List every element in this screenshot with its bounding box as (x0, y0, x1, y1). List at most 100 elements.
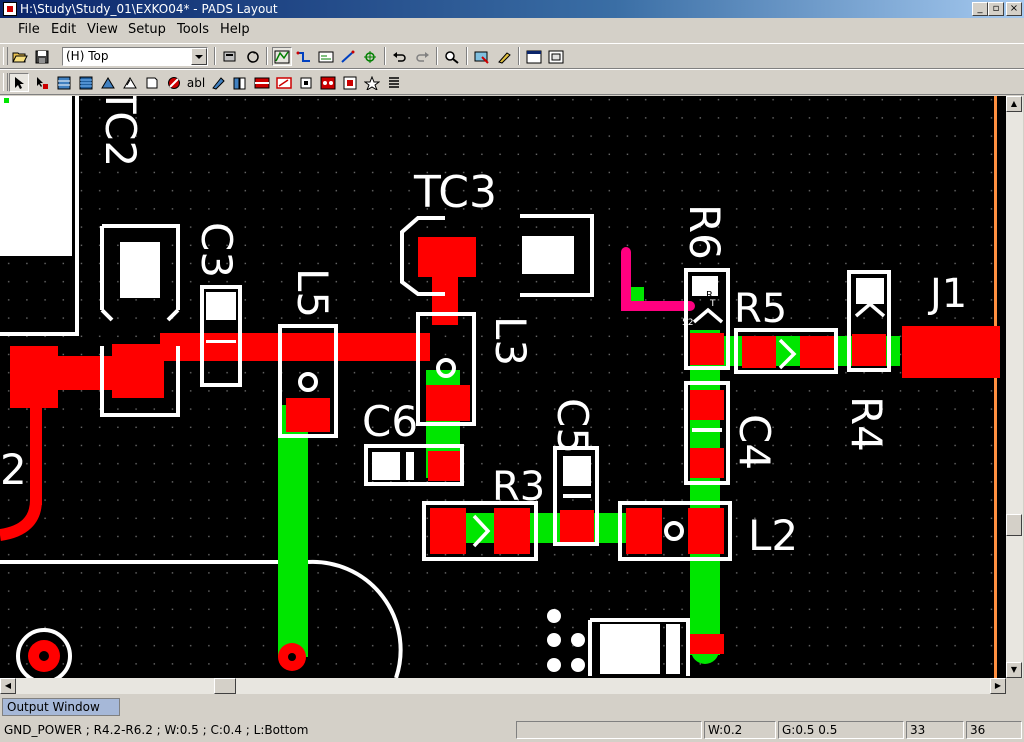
board-outline-icon[interactable] (274, 73, 294, 92)
layer-select[interactable]: (H) Top (62, 47, 208, 66)
status-x-coordinate: 33 (906, 721, 964, 739)
restore-button[interactable]: ▫ (988, 2, 1004, 16)
design-toolbar-icon[interactable] (272, 47, 292, 66)
horizontal-scroll-thumb[interactable] (214, 678, 236, 694)
output-window-icon[interactable] (524, 47, 544, 66)
standard-toolbar: (H) Top (0, 43, 1024, 69)
view-extents-icon[interactable] (546, 47, 566, 66)
label-l2: L2 (748, 511, 798, 560)
move-icon[interactable] (32, 73, 52, 92)
zoom-icon[interactable] (442, 47, 462, 66)
layer-select-value: (H) Top (66, 49, 109, 63)
redo-icon[interactable] (412, 47, 432, 66)
toolbar-separator (518, 47, 520, 65)
decal-icon[interactable] (318, 73, 338, 92)
output-window-tab[interactable]: Output Window (2, 698, 120, 716)
menu-help[interactable]: Help (220, 22, 250, 38)
status-bar: GND_POWER ; R4.2-R6.2 ; W:0.5 ; C:0.4 ; … (0, 720, 1024, 742)
horizontal-scrollbar[interactable]: ◀ ▶ (0, 678, 1006, 694)
label-c6: C6 (362, 397, 418, 446)
label-r6: R6 (680, 204, 729, 260)
properties-icon[interactable] (472, 47, 492, 66)
menu-bar: File Edit View Setup Tools Help (0, 19, 1024, 41)
scroll-right-icon[interactable]: ▶ (990, 678, 1006, 694)
label-r4: R4 (842, 396, 891, 452)
layer-settings-icon[interactable] (220, 47, 240, 66)
label-r3: R3 (492, 464, 545, 510)
status-message: GND_POWER ; R4.2-R6.2 ; W:0.5 ; C:0.4 ; … (4, 723, 309, 737)
vertical-scrollbar[interactable]: ▲ ▼ (1006, 96, 1023, 678)
plane-icon[interactable] (54, 73, 74, 92)
mounting-hole (39, 651, 49, 661)
label-j1: J1 (927, 271, 967, 317)
clear-icon[interactable] (494, 47, 514, 66)
label-left-partial: 2 (0, 445, 27, 494)
app-icon[interactable] (3, 2, 17, 16)
origin-marker (4, 98, 9, 103)
label-c5: C5 (548, 398, 597, 454)
status-grid: G:0.5 0.5 (778, 721, 904, 739)
board-edge-line (994, 96, 997, 678)
redraw-icon[interactable] (243, 47, 263, 66)
pcb-canvas[interactable]: TC3 J1 R5 R3 L2 C6 2 TC2 C3 L5 L3 R6 R4 … (0, 96, 1006, 678)
keepout-icon[interactable] (164, 73, 184, 92)
via-icon[interactable] (340, 73, 360, 92)
dimension-icon[interactable] (360, 47, 380, 66)
toolbar-separator (466, 47, 468, 65)
select-icon[interactable] (9, 73, 29, 92)
output-window-label: Output Window (7, 700, 100, 714)
toolbar-grip[interactable] (3, 47, 8, 65)
unmerge-icon[interactable] (252, 73, 272, 92)
ecos-icon[interactable] (338, 47, 358, 66)
scroll-up-icon[interactable]: ▲ (1006, 96, 1022, 112)
toolbar-separator (214, 47, 216, 65)
label-tc2: TC2 (96, 96, 145, 167)
toolbar-separator (384, 47, 386, 65)
label-tiny-t: T (709, 299, 716, 309)
design-toolbar: abl (0, 69, 1024, 95)
auto-dimension-icon[interactable] (98, 73, 118, 92)
hatch-icon[interactable] (120, 73, 140, 92)
label-l5: L5 (288, 268, 337, 318)
menu-edit[interactable]: Edit (51, 22, 76, 38)
minimize-button[interactable]: _ (972, 2, 988, 16)
merge-icon[interactable] (230, 73, 250, 92)
report-icon[interactable] (362, 73, 382, 92)
pour-icon[interactable] (208, 73, 228, 92)
route-icon[interactable] (294, 47, 314, 66)
label-tiny-52: 52 (682, 318, 693, 328)
status-width: W:0.2 (704, 721, 776, 739)
vertical-scroll-thumb[interactable] (1006, 514, 1022, 536)
open-icon[interactable] (10, 47, 30, 66)
undo-icon[interactable] (390, 47, 410, 66)
title-bar: H:\Study\Study_01\EXKO04* - PADS Layout … (0, 0, 1024, 18)
label-l3: L3 (486, 316, 535, 366)
menu-setup[interactable]: Setup (128, 22, 166, 38)
scroll-down-icon[interactable]: ▼ (1006, 662, 1022, 678)
scroll-corner (1006, 678, 1024, 694)
toolbar-grip[interactable] (3, 73, 8, 91)
list-icon[interactable] (384, 73, 404, 92)
label-r5: R5 (734, 286, 787, 332)
label-c3: C3 (192, 222, 241, 278)
2d-line-icon[interactable] (142, 73, 162, 92)
status-y-coordinate: 36 (966, 721, 1022, 739)
scroll-left-icon[interactable]: ◀ (0, 678, 16, 694)
label-tc3: TC3 (413, 167, 497, 218)
close-button[interactable]: × (1006, 2, 1022, 16)
toolbar-separator (436, 47, 438, 65)
save-icon[interactable] (32, 47, 52, 66)
label-c4: C4 (730, 414, 779, 470)
chevron-down-icon[interactable] (191, 48, 207, 65)
component-icon[interactable] (296, 73, 316, 92)
copper-icon[interactable] (76, 73, 96, 92)
toolbar-separator (266, 47, 268, 65)
menu-file[interactable]: File (18, 22, 40, 38)
drafting-icon[interactable] (316, 47, 336, 66)
menu-view[interactable]: View (87, 22, 118, 38)
window-title: H:\Study\Study_01\EXKO04* - PADS Layout (20, 2, 278, 16)
via-hole (288, 653, 296, 661)
text-icon[interactable]: abl (186, 73, 206, 92)
menu-tools[interactable]: Tools (177, 22, 209, 38)
white-fill-region (0, 96, 72, 256)
